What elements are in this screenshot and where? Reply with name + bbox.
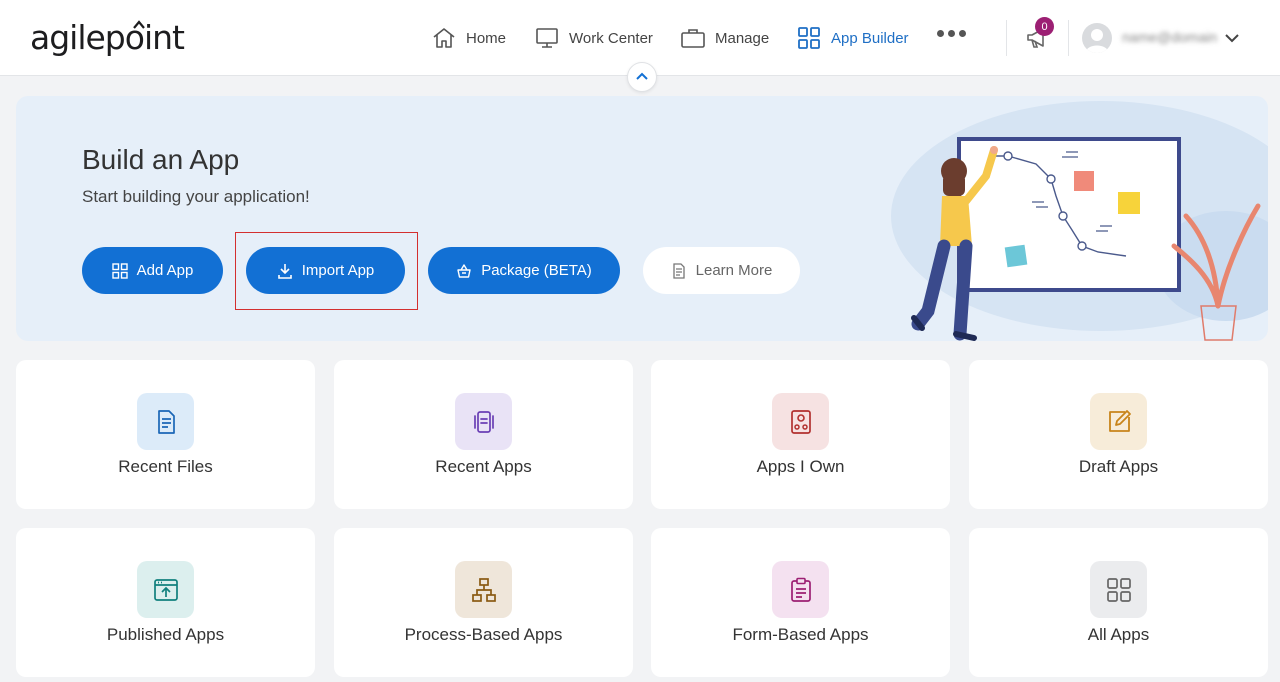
nav-home-label: Home [466, 29, 507, 47]
page-title: Build an App [82, 144, 240, 175]
recent-files-icon-tile [137, 393, 194, 450]
card-label: Apps I Own [756, 457, 845, 476]
user-app-icon [790, 409, 811, 434]
process-flow-icon [471, 577, 496, 602]
collapse-header-button[interactable] [627, 62, 657, 92]
logo-text-start: agilep [30, 18, 126, 57]
card-label: Form-Based Apps [732, 625, 869, 644]
card-form-based-apps[interactable]: Form-Based Apps [651, 528, 950, 677]
divider [1006, 20, 1007, 56]
card-label: Recent Files [118, 457, 213, 476]
stacked-apps-icon [473, 410, 494, 433]
clipboard-icon [790, 577, 811, 602]
grid-icon [111, 262, 128, 279]
recent-apps-icon-tile [455, 393, 512, 450]
package-icon [457, 263, 471, 278]
add-app-button[interactable]: Add App [82, 247, 223, 294]
chevron-down-icon[interactable] [1222, 28, 1242, 48]
nav-manage-label: Manage [715, 29, 770, 47]
avatar[interactable] [1082, 23, 1112, 53]
card-recent-files[interactable]: Recent Files [16, 360, 315, 509]
card-label: Draft Apps [1078, 457, 1159, 476]
form-based-apps-icon-tile [772, 561, 829, 618]
briefcase-icon [681, 29, 705, 48]
draft-apps-icon-tile [1090, 393, 1147, 450]
nav-work-center[interactable]: Work Center [534, 24, 653, 52]
card-label: Recent Apps [435, 457, 532, 476]
page-subtitle: Start building your application! [82, 187, 310, 206]
published-apps-icon-tile [137, 561, 194, 618]
nav-work-center-label: Work Center [569, 29, 653, 47]
more-menu-icon[interactable] [937, 30, 966, 37]
build-app-banner: Build an App Start building your applica… [16, 96, 1268, 341]
home-icon [433, 28, 455, 48]
edit-icon [1108, 409, 1131, 432]
divider [1068, 20, 1069, 56]
chevron-up-icon [636, 72, 648, 80]
add-app-label: Add App [136, 262, 194, 279]
monitor-icon [536, 28, 558, 48]
import-app-highlight-box [235, 232, 418, 310]
card-label: All Apps [1087, 625, 1150, 644]
logo-text-end: int [143, 18, 185, 57]
whiteboard-illustration [891, 101, 1268, 341]
user-icon [1085, 29, 1109, 53]
package-beta-button[interactable]: Package (BETA) [428, 247, 620, 294]
nav-app-builder[interactable]: App Builder [796, 24, 909, 52]
process-based-apps-icon-tile [455, 561, 512, 618]
card-label: Published Apps [106, 625, 225, 644]
agilepoint-logo[interactable]: agilepo int [30, 18, 185, 57]
all-apps-grid-icon [1106, 577, 1131, 602]
learn-more-label: Learn More [695, 262, 773, 279]
card-apps-i-own[interactable]: Apps I Own [651, 360, 950, 509]
card-label: Process-Based Apps [404, 625, 563, 644]
card-recent-apps[interactable]: Recent Apps [334, 360, 633, 509]
learn-more-button[interactable]: Learn More [643, 247, 800, 294]
card-draft-apps[interactable]: Draft Apps [969, 360, 1268, 509]
all-apps-icon-tile [1090, 561, 1147, 618]
file-icon [157, 409, 175, 434]
nav-home[interactable]: Home [431, 24, 506, 52]
nav-manage[interactable]: Manage [680, 24, 769, 52]
document-icon [672, 262, 685, 279]
package-beta-label: Package (BETA) [481, 262, 592, 279]
publish-icon [153, 578, 178, 601]
card-process-based-apps[interactable]: Process-Based Apps [334, 528, 633, 677]
user-name[interactable]: name@domain [1122, 29, 1217, 45]
notification-count-badge: 0 [1035, 17, 1054, 36]
nav-app-builder-label: App Builder [831, 29, 909, 47]
app-grid-icon [798, 27, 820, 49]
card-published-apps[interactable]: Published Apps [16, 528, 315, 677]
apps-i-own-icon-tile [772, 393, 829, 450]
card-all-apps[interactable]: All Apps [969, 528, 1268, 677]
logo-o-mark: o [124, 18, 145, 57]
